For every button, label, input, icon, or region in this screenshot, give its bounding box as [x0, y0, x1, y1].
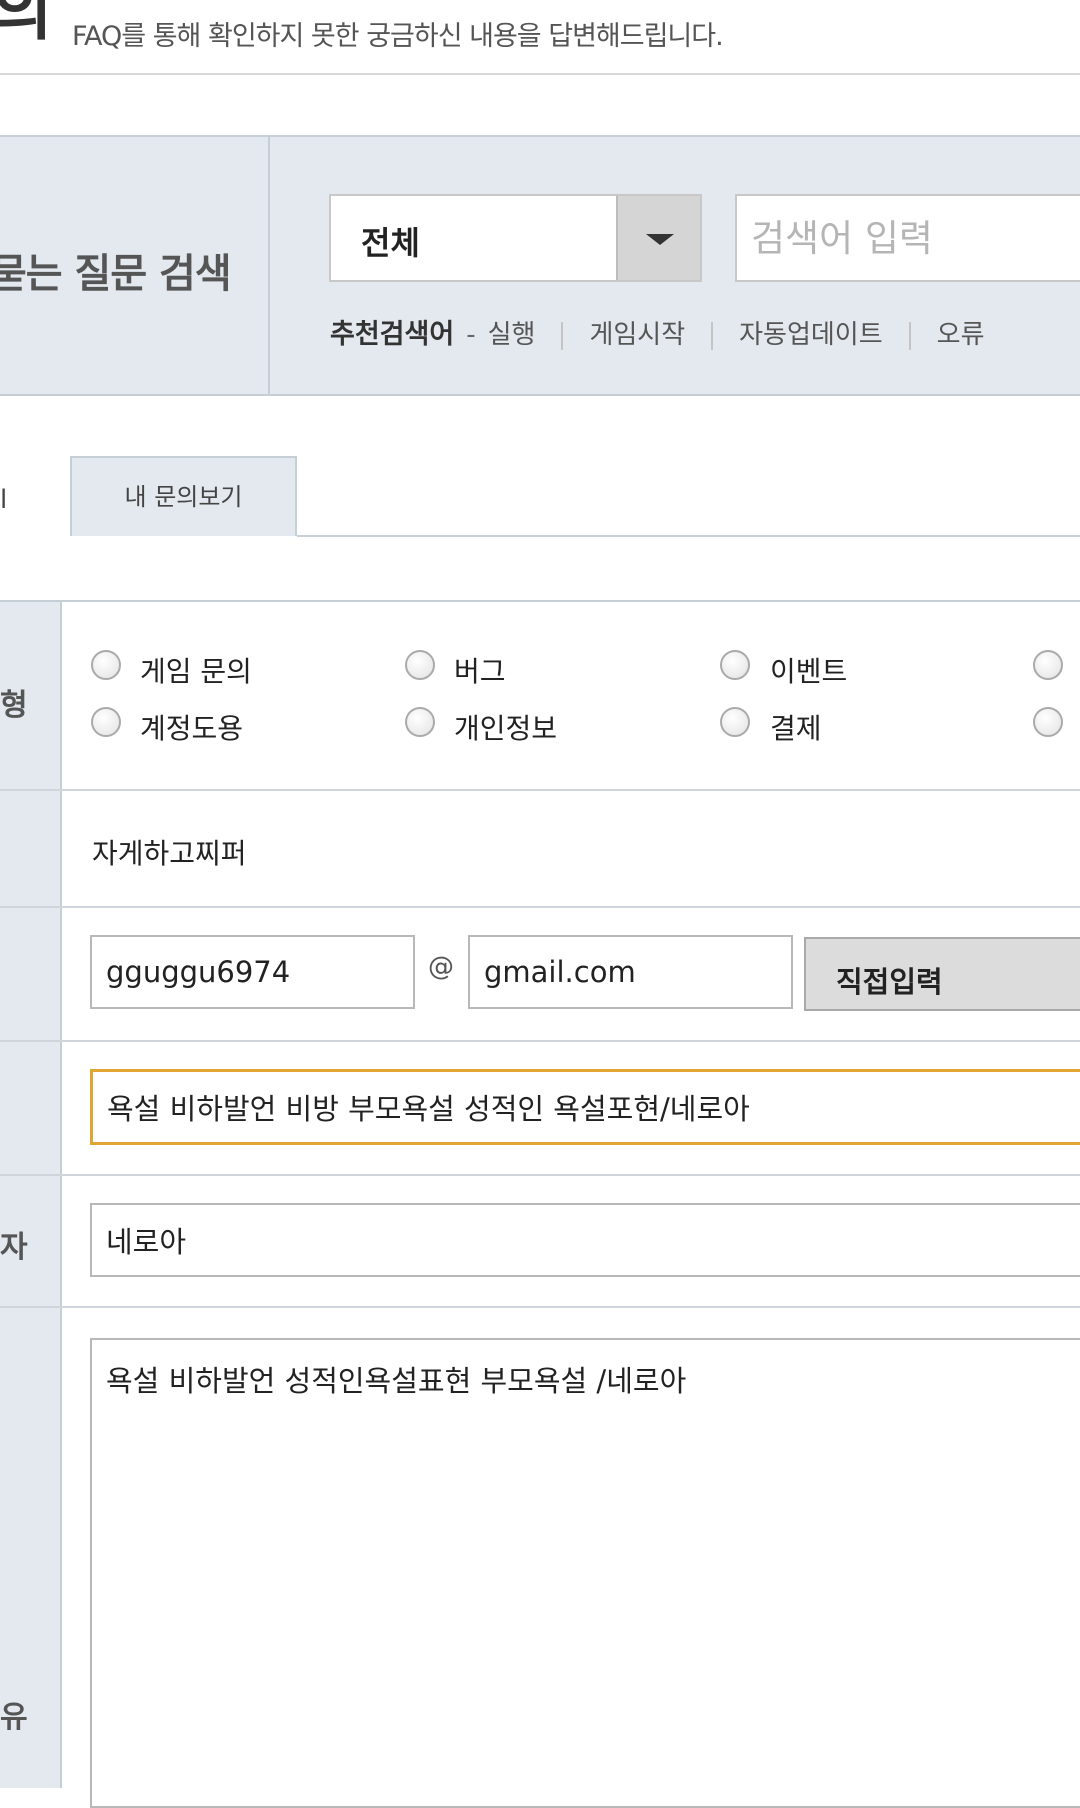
radio-event[interactable]: [720, 650, 750, 680]
form-label-column: [0, 602, 60, 1788]
keyword-separator: [711, 321, 714, 350]
recommended-keywords: 추천검색어 - 실행 게임시작 자동업데이트 오류: [330, 312, 985, 351]
page-title-fragment: 의: [0, 0, 53, 49]
row-divider: [0, 1174, 1080, 1176]
category-select-value: 전체: [361, 224, 420, 262]
radio-label: 게임 문의: [140, 655, 252, 688]
row-divider: [0, 789, 1080, 791]
faq-search-input[interactable]: [735, 194, 1080, 282]
content-label: 유: [0, 1700, 28, 1735]
recommended-keyword[interactable]: 오류: [937, 320, 985, 350]
recommended-keyword[interactable]: 게임시작: [589, 320, 685, 350]
tab-my-questions-label: 내 문의보기: [124, 483, 243, 511]
page-description: FAQ를 통해 확인하지 못한 궁금하신 내용을 답변해드립니다.: [72, 21, 724, 52]
recommended-label: 추천검색어: [330, 319, 455, 350]
radio-payment[interactable]: [720, 707, 750, 737]
radio-bug[interactable]: [405, 650, 435, 680]
email-domain-field[interactable]: [468, 935, 793, 1009]
keyword-separator: [908, 321, 911, 350]
email-at-sign: @: [428, 952, 454, 982]
email-domain-select-value: 직접입력: [836, 965, 943, 999]
row-divider: [0, 906, 1080, 908]
row-divider: [0, 1306, 1080, 1308]
reporter-field[interactable]: [90, 1203, 1080, 1277]
recommended-dash: -: [466, 320, 476, 350]
recommended-keyword[interactable]: 자동업데이트: [739, 320, 883, 350]
row-divider: [0, 1040, 1080, 1042]
chevron-down-icon: [646, 234, 674, 245]
keyword-separator: [561, 321, 564, 350]
faq-search-title: 묻는 질문 검색: [0, 251, 232, 297]
email-domain-select[interactable]: 직접입력: [804, 937, 1080, 1011]
category-dropdown-button[interactable]: [616, 196, 700, 280]
header-divider: [0, 73, 1080, 75]
faq-search-divider: [268, 137, 270, 394]
character-name-value: 자게하고찌퍼: [92, 837, 247, 870]
form-label-column-border: [60, 602, 62, 1788]
radio-label: 개인정보: [454, 712, 558, 745]
radio-personal-info[interactable]: [405, 707, 435, 737]
radio-game-inquiry[interactable]: [91, 650, 121, 680]
email-id-field[interactable]: [90, 935, 415, 1009]
category-select[interactable]: 전체: [329, 194, 702, 282]
form-top-border: [0, 600, 1080, 602]
radio-option-8[interactable]: [1033, 707, 1063, 737]
reporter-label: 자: [0, 1230, 28, 1265]
radio-label: 계정도용: [140, 712, 244, 745]
radio-account-theft[interactable]: [91, 707, 121, 737]
recommended-keyword[interactable]: 실행: [488, 320, 536, 350]
radio-option-4[interactable]: [1033, 650, 1063, 680]
inquiry-type-label: 형: [0, 688, 28, 723]
tab-inquiry-fragment[interactable]: l: [0, 485, 7, 515]
radio-label: 이벤트: [770, 655, 848, 688]
radio-label: 버그: [454, 655, 506, 688]
radio-label: 결제: [770, 712, 822, 745]
tab-my-questions[interactable]: 내 문의보기: [70, 456, 297, 536]
tab-baseline: [297, 535, 1080, 537]
content-textarea[interactable]: 욕설 비하발언 성적인욕설표현 부모욕설 /네로아: [90, 1338, 1080, 1808]
subject-field[interactable]: [90, 1069, 1080, 1145]
